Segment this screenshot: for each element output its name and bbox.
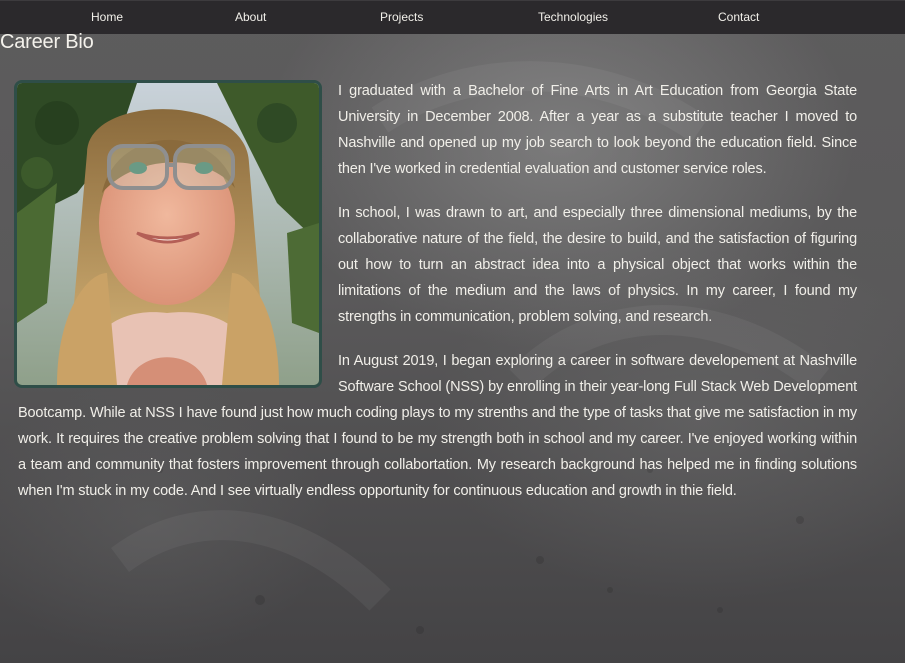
nav-link-about[interactable]: About (235, 10, 266, 24)
portrait-image (17, 83, 319, 385)
nav-link-projects[interactable]: Projects (380, 10, 423, 24)
top-navbar: Home About Projects Technologies Contact (0, 0, 905, 34)
nav-link-technologies[interactable]: Technologies (538, 10, 608, 24)
nav-link-home[interactable]: Home (91, 10, 123, 24)
profile-photo (14, 80, 322, 388)
bio-section: I graduated with a Bachelor of Fine Arts… (14, 78, 857, 522)
nav-link-contact[interactable]: Contact (718, 10, 759, 24)
page-title: Career Bio (0, 31, 94, 53)
